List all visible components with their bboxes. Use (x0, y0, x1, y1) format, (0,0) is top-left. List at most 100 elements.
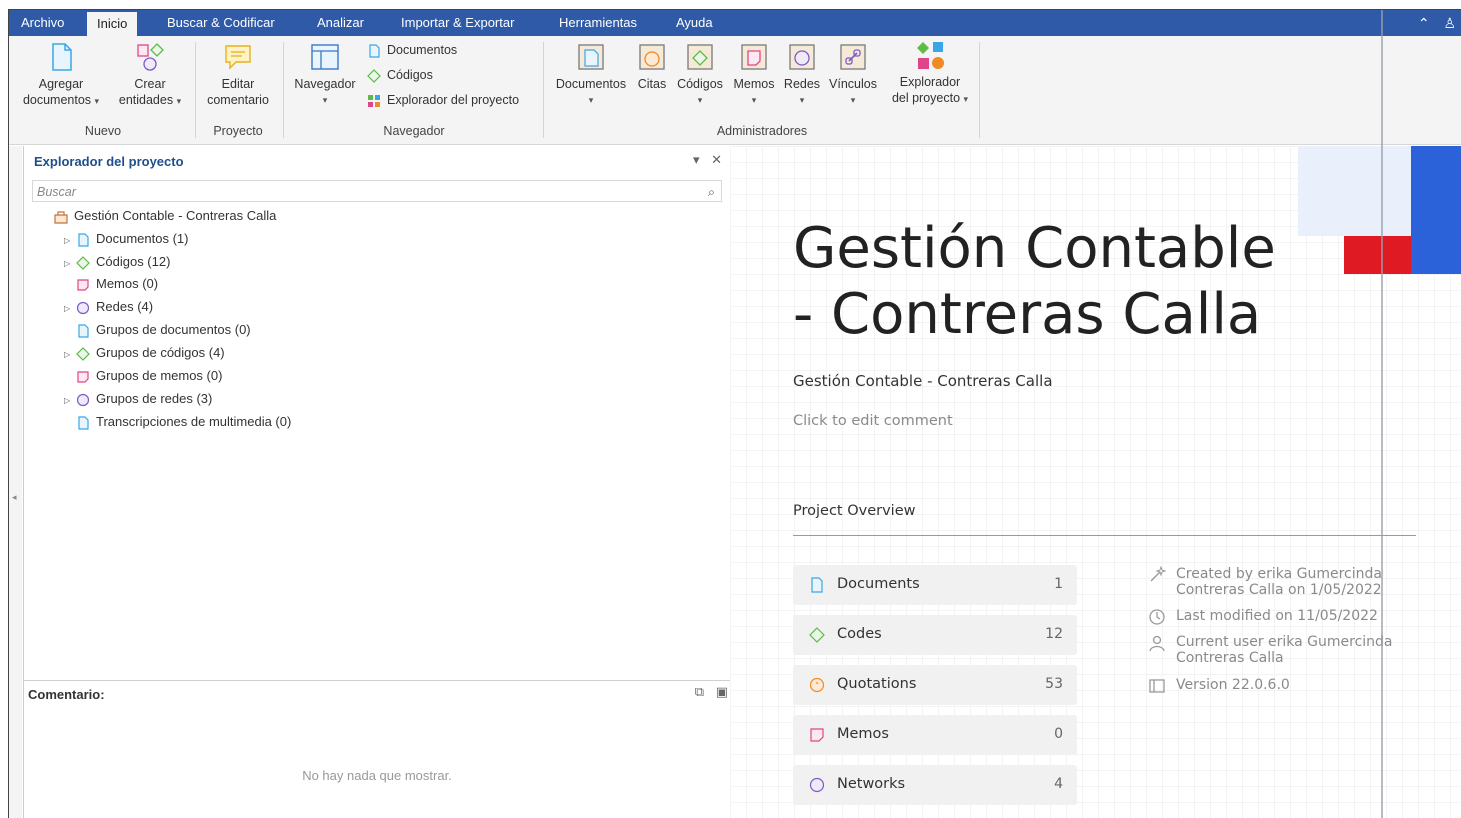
project-subtitle: Gestión Contable - Contreras Calla (793, 372, 1053, 390)
stat-documents[interactable]: Documents 1 (793, 565, 1077, 605)
collapse-strip[interactable]: ◂ (9, 146, 22, 818)
tree-item-documentos[interactable]: ▷ Documentos (1) (64, 229, 188, 249)
stat-value: 0 (1054, 726, 1063, 742)
ribbon-separator (979, 42, 980, 138)
editar-label: Editar (221, 77, 255, 91)
navigator-layout-icon (310, 42, 340, 72)
nav-documentos-label: Documentos (387, 43, 458, 57)
version-icon (1148, 677, 1166, 695)
chevron-left-icon[interactable]: ◂ (12, 492, 17, 503)
search-icon[interactable]: ⌕ (708, 181, 715, 203)
tree-item-label: Grupos de códigos (4) (96, 345, 225, 360)
stat-quotations[interactable]: " Quotations 53 (793, 665, 1077, 705)
tab-inicio[interactable]: Inicio (87, 12, 138, 36)
document-icon (76, 232, 90, 247)
save-icon[interactable]: ▣ (716, 684, 728, 699)
tree-item-redes[interactable]: ▷ Redes (4) (64, 297, 153, 317)
nav-documentos-button[interactable]: Documentos (367, 40, 457, 60)
nav-codigos-button[interactable]: Códigos (367, 65, 433, 85)
stat-label: Quotations (837, 676, 917, 692)
stat-label: Documents (837, 576, 920, 592)
quotation-icon: " (809, 677, 825, 693)
user-account-icon[interactable]: ♙ (1443, 15, 1456, 31)
crear-entidades-button[interactable]: Crear entidades ▾ (109, 42, 191, 109)
agregar-documentos-button[interactable]: Agregar documentos ▾ (15, 42, 107, 109)
expand-arrow-icon[interactable]: ▷ (64, 299, 76, 319)
tree-item-grupos-documentos[interactable]: Grupos de documentos (0) (64, 320, 251, 340)
pane-menu-icon[interactable]: ▾ (693, 152, 700, 167)
search-placeholder: Buscar (37, 185, 76, 199)
open-external-icon[interactable]: ⧉ (695, 684, 704, 699)
network-icon (76, 301, 90, 315)
tab-buscar-codificar[interactable]: Buscar & Codificar (157, 10, 285, 36)
comentario-label: comentario (207, 93, 269, 107)
group-proyecto-label: Proyecto (213, 124, 263, 138)
admin-memos-button[interactable]: Memos ▾ (729, 42, 779, 108)
project-explorer-pane: Explorador del proyecto ▾ ✕ Buscar ⌕ Ges… (23, 146, 731, 818)
stat-codes[interactable]: Codes 12 (793, 615, 1077, 655)
meta-user-line1: Current user erika Gumercinda (1176, 634, 1393, 650)
edit-comment-link[interactable]: Click to edit comment (793, 413, 953, 429)
codes-manager-icon (685, 42, 715, 72)
window-edge-line (1381, 10, 1383, 818)
tree-item-grupos-memos[interactable]: Grupos de memos (0) (64, 366, 222, 386)
admin-vinculos-label: Vínculos (829, 77, 877, 91)
tab-importar-exportar[interactable]: Importar & Exportar (391, 10, 524, 36)
navegador-button[interactable]: Navegador ▾ (289, 42, 361, 108)
admin-documentos-button[interactable]: Documentos ▾ (549, 42, 633, 108)
tree-root[interactable]: Gestión Contable - Contreras Calla (54, 206, 276, 226)
group-administradores-label: Administradores (716, 124, 808, 138)
admin-documentos-label: Documentos (555, 77, 627, 91)
document-icon (367, 44, 381, 58)
tree-item-codigos[interactable]: ▷ Códigos (12) (64, 252, 170, 272)
admin-explorador-button[interactable]: Explorador del proyecto ▾ (885, 40, 975, 107)
expand-arrow-icon[interactable]: ▷ (64, 391, 76, 411)
stat-value: 12 (1045, 626, 1063, 642)
stat-memos[interactable]: Memos 0 (793, 715, 1077, 755)
meta-created-line2: Contreras Calla on 1/05/2022 (1176, 582, 1382, 598)
collapse-ribbon-icon[interactable]: ⌃ (1418, 15, 1430, 31)
memo-icon (809, 727, 825, 743)
tree-item-grupos-redes[interactable]: ▷ Grupos de redes (3) (64, 389, 212, 409)
close-icon[interactable]: ✕ (711, 152, 722, 167)
tab-herramientas[interactable]: Herramientas (549, 10, 647, 36)
expand-arrow-icon[interactable]: ▷ (64, 254, 76, 274)
network-group-icon (76, 393, 90, 407)
admin-del-proyecto-label: del proyecto (891, 91, 961, 105)
document-icon (809, 577, 825, 593)
documents-manager-icon (576, 42, 606, 72)
networks-manager-icon (787, 42, 817, 72)
admin-redes-button[interactable]: Redes ▾ (779, 42, 825, 108)
search-input[interactable]: Buscar ⌕ (32, 180, 722, 202)
tree-item-transcripciones[interactable]: Transcripciones de multimedia (0) (64, 412, 291, 432)
editar-comentario-button[interactable]: Editar comentario (199, 42, 277, 108)
divider[interactable] (24, 680, 730, 681)
expand-arrow-icon[interactable]: ▷ (64, 345, 76, 365)
admin-citas-button[interactable]: Citas (633, 42, 671, 92)
admin-codigos-button[interactable]: Códigos ▾ (673, 42, 727, 108)
comment-icon (223, 42, 253, 72)
stat-networks[interactable]: Networks 4 (793, 765, 1077, 805)
tree-item-memos[interactable]: Memos (0) (64, 274, 158, 294)
code-group-icon (76, 346, 90, 361)
tree-item-label: Documentos (1) (96, 231, 189, 246)
tab-archivo[interactable]: Archivo (11, 10, 74, 36)
tree-item-label: Memos (0) (96, 276, 159, 291)
comment-label: Comentario: (28, 687, 105, 702)
admin-vinculos-button[interactable]: Vínculos ▾ (825, 42, 881, 108)
tab-analizar[interactable]: Analizar (307, 10, 374, 36)
stat-label: Codes (837, 626, 882, 642)
stat-value: 53 (1045, 676, 1063, 692)
code-icon (809, 627, 825, 643)
tree-item-grupos-codigos[interactable]: ▷ Grupos de códigos (4) (64, 343, 225, 363)
entidades-label: entidades (118, 93, 174, 107)
group-nuevo-label: Nuevo (84, 124, 122, 138)
app-window: Archivo Inicio Buscar & Codificar Analiz… (8, 9, 1461, 818)
stat-value: 1 (1054, 576, 1063, 592)
expand-arrow-icon[interactable]: ▷ (64, 231, 76, 251)
project-title: Gestión Contable - Contreras Calla (793, 216, 1313, 348)
tree-item-label: Grupos de documentos (0) (96, 322, 251, 337)
nav-explorador-button[interactable]: Explorador del proyecto (367, 90, 519, 110)
project-explorer-icon (915, 40, 945, 70)
tab-ayuda[interactable]: Ayuda (666, 10, 723, 36)
